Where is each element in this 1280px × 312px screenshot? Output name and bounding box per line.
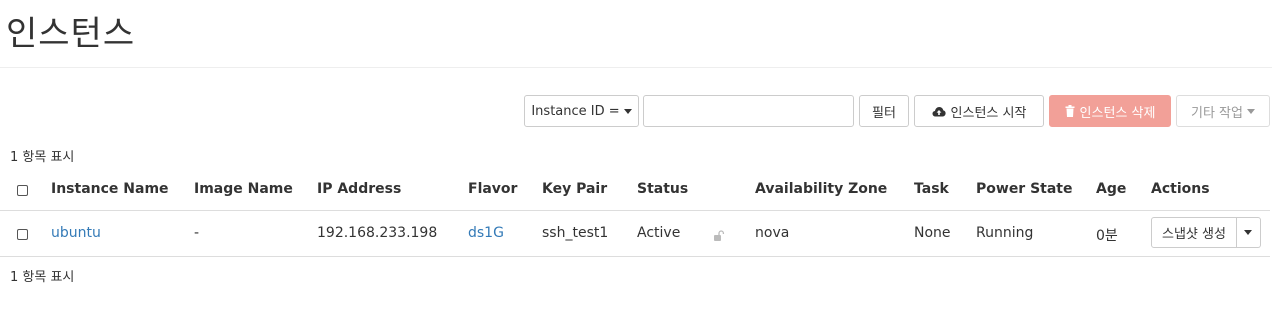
col-header-ip-address[interactable]: IP Address [317, 181, 401, 197]
age-cell: 0분 [1096, 228, 1118, 244]
col-header-availability-zone[interactable]: Availability Zone [755, 181, 887, 197]
filter-field-label: Instance ID = [531, 103, 620, 119]
col-header-flavor[interactable]: Flavor [468, 181, 517, 197]
title-divider [0, 67, 1272, 68]
cloud-upload-icon [932, 106, 946, 117]
caret-down-icon [1244, 230, 1253, 235]
col-header-task[interactable]: Task [914, 181, 949, 197]
instance-name-link[interactable]: ubuntu [51, 225, 101, 241]
item-count-bottom: 1 항목 표시 [10, 270, 75, 285]
row-actions-dropdown-toggle[interactable] [1236, 217, 1261, 248]
launch-instance-button[interactable]: 인스턴스 시작 [914, 95, 1044, 127]
col-header-age[interactable]: Age [1096, 181, 1126, 197]
delete-instances-label: 인스턴스 삭제 [1079, 105, 1156, 121]
key-pair-cell: ssh_test1 [542, 225, 609, 241]
task-cell: None [914, 225, 951, 241]
table-row [0, 211, 1270, 256]
filter-button[interactable]: 필터 [859, 95, 909, 127]
caret-down-icon [1246, 108, 1255, 114]
delete-instances-button[interactable]: 인스턴스 삭제 [1049, 95, 1171, 127]
item-count-top: 1 항목 표시 [10, 150, 75, 165]
col-header-image-name[interactable]: Image Name [194, 181, 293, 197]
col-header-key-pair[interactable]: Key Pair [542, 181, 607, 197]
create-snapshot-label: 스냅샷 생성 [1162, 227, 1226, 242]
col-header-actions: Actions [1151, 181, 1210, 197]
launch-instance-label: 인스턴스 시작 [950, 105, 1027, 121]
availability-zone-cell: nova [755, 225, 790, 241]
trash-icon [1065, 105, 1075, 117]
status-cell: Active [637, 225, 681, 241]
col-header-power-state[interactable]: Power State [976, 181, 1073, 197]
more-actions-button[interactable]: 기타 작업 [1176, 95, 1270, 127]
caret-down-icon [623, 108, 632, 114]
col-header-status[interactable]: Status [637, 181, 688, 197]
filter-input[interactable] [643, 95, 854, 127]
more-actions-label: 기타 작업 [1191, 105, 1243, 121]
col-header-instance-name[interactable]: Instance Name [51, 181, 169, 197]
select-all-checkbox[interactable] [17, 185, 28, 196]
row-actions: 스냅샷 생성 [1151, 217, 1261, 248]
power-state-cell: Running [976, 225, 1034, 241]
ip-address-cell: 192.168.233.198 [317, 225, 438, 241]
row-divider [0, 256, 1270, 257]
filter-field-select[interactable]: Instance ID = [524, 95, 639, 127]
create-snapshot-button[interactable]: 스냅샷 생성 [1151, 217, 1237, 248]
unlock-icon [713, 227, 725, 246]
flavor-link[interactable]: ds1G [468, 225, 504, 241]
row-select-checkbox[interactable] [17, 229, 28, 240]
table-toolbar: Instance ID = 필터 인스턴스 시작 인스턴스 삭제 기타 작업 [0, 95, 1280, 128]
filter-button-label: 필터 [872, 105, 896, 121]
page-title: 인스턴스 [6, 14, 136, 54]
image-name-cell: - [194, 225, 200, 241]
